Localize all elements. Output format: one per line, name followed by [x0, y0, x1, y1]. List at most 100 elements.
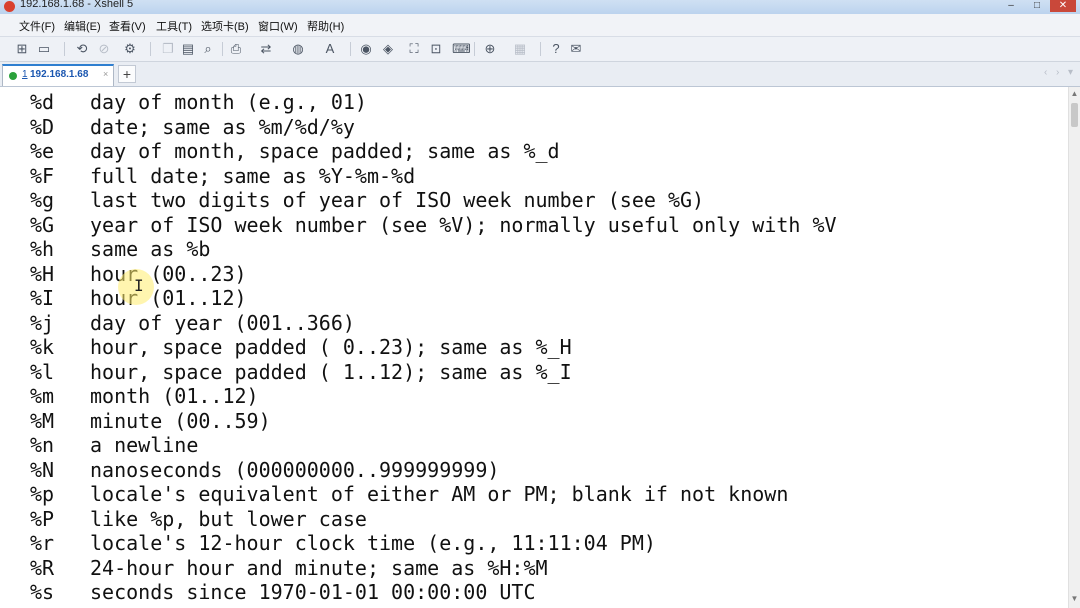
format-code: %n [30, 433, 55, 457]
tab-scroll-right-icon[interactable]: › [1056, 67, 1059, 78]
menu-file[interactable]: 文件(F) [19, 18, 55, 34]
format-description: last two digits of year of ISO week numb… [90, 188, 705, 212]
open-folder-icon[interactable]: ▭ [36, 41, 52, 57]
layout-icon[interactable]: ▦ [512, 41, 528, 57]
new-tab-button[interactable]: + [118, 65, 136, 83]
toolbar: ⊞ ▭ ⟲ ⊘ ⚙ ❐ ▤ ⌕ ⎙ ⇄ ◍ A ◉ ◈ ⛶ ⊡ ⌨ ⊕ ▦ ? … [0, 37, 1080, 62]
new-session-icon[interactable]: ⊞ [14, 41, 30, 57]
format-code: %k [30, 335, 55, 359]
close-window-button[interactable]: ✕ [1050, 0, 1076, 12]
format-code: %R [30, 556, 55, 580]
format-description: like %p, but lower case [90, 507, 367, 531]
window-title: 192.168.1.68 - Xshell 5 [20, 0, 134, 10]
format-code: %l [30, 360, 55, 384]
format-description: locale's 12-hour clock time (e.g., 11:11… [90, 531, 656, 555]
menu-bar: 文件(F) 编辑(E) 查看(V) 工具(T) 选项卡(B) 窗口(W) 帮助(… [0, 14, 1080, 37]
chat-icon[interactable]: ✉ [568, 41, 584, 57]
format-code: %m [30, 384, 55, 408]
scroll-up-icon[interactable]: ▲ [1069, 87, 1080, 101]
maximize-button[interactable]: □ [1024, 0, 1050, 12]
format-code: %N [30, 458, 55, 482]
text-cursor-icon: I [134, 276, 144, 295]
paste-icon[interactable]: ▤ [180, 41, 196, 57]
format-description: minute (00..59) [90, 409, 271, 433]
format-code: %h [30, 237, 55, 261]
tab-label: 192.168.1.68 [30, 69, 89, 80]
properties-icon[interactable]: ⚙ [122, 41, 138, 57]
toolbar-separator [64, 42, 65, 56]
menu-tabs[interactable]: 选项卡(B) [201, 18, 249, 34]
tab-index: 1 [22, 69, 28, 80]
menu-tools[interactable]: 工具(T) [156, 18, 192, 34]
transfer-icon[interactable]: ⇄ [258, 41, 274, 57]
format-description: day of month, space padded; same as %_d [90, 139, 560, 163]
format-code: %P [30, 507, 55, 531]
help-icon[interactable]: ? [548, 41, 564, 57]
session-tab[interactable]: 1 192.168.1.68 × [2, 64, 114, 86]
format-description: locale's equivalent of either AM or PM; … [90, 482, 789, 506]
xftp-icon[interactable]: ◉ [358, 41, 374, 57]
xmanager-icon[interactable]: ◈ [380, 41, 396, 57]
scrollbar-thumb[interactable] [1071, 103, 1078, 127]
connection-status-icon [9, 72, 17, 80]
menu-view[interactable]: 查看(V) [109, 18, 146, 34]
toolbar-separator [222, 42, 223, 56]
format-code: %g [30, 188, 55, 212]
format-code: %e [30, 139, 55, 163]
menu-edit[interactable]: 编辑(E) [64, 18, 101, 34]
format-description: same as %b [90, 237, 211, 261]
vertical-scrollbar[interactable]: ▲ ▼ [1068, 87, 1080, 608]
tab-list-icon[interactable]: ▾ [1068, 67, 1073, 78]
tab-close-icon[interactable]: × [103, 69, 108, 79]
format-description: nanoseconds (000000000..999999999) [90, 458, 500, 482]
format-code: %F [30, 164, 55, 188]
menu-window[interactable]: 窗口(W) [258, 18, 298, 34]
menu-help[interactable]: 帮助(H) [307, 18, 344, 34]
format-code: %I [30, 286, 55, 310]
format-code: %H [30, 262, 55, 286]
maximize-icon: □ [1033, 0, 1041, 11]
toolbar-separator [540, 42, 541, 56]
format-description: date; same as %m/%d/%y [90, 115, 355, 139]
toolbar-separator [150, 42, 151, 56]
format-description: hour (00..23) [90, 262, 247, 286]
format-code: %d [30, 90, 55, 114]
format-description: full date; same as %Y-%m-%d [90, 164, 416, 188]
keyboard-icon[interactable]: ⌨ [452, 41, 471, 57]
find-icon[interactable]: ⌕ [200, 41, 216, 57]
xshell-app-icon [4, 1, 15, 12]
copy-icon[interactable]: ❐ [160, 41, 176, 57]
session-tab-bar: 1 192.168.1.68 × + ‹ › ▾ [0, 62, 1080, 87]
print-icon[interactable]: ⎙ [228, 41, 244, 57]
format-description: a newline [90, 433, 199, 457]
title-bar: 192.168.1.68 - Xshell 5 – □ ✕ [0, 0, 1080, 14]
format-code: %j [30, 311, 55, 335]
format-description: year of ISO week number (see %V); normal… [90, 213, 837, 237]
format-description: 24-hour hour and minute; same as %H:%M [90, 556, 548, 580]
format-code: %p [30, 482, 55, 506]
reconnect-icon[interactable]: ⟲ [74, 41, 90, 57]
disconnect-icon[interactable]: ⊘ [96, 41, 112, 57]
toolbar-separator [474, 42, 475, 56]
format-description: hour (01..12) [90, 286, 247, 310]
minimize-button[interactable]: – [998, 0, 1024, 12]
format-description: day of year (001..366) [90, 311, 355, 335]
format-code: %s [30, 580, 55, 604]
font-icon[interactable]: A [322, 41, 338, 57]
format-description: hour, space padded ( 1..12); same as %_I [90, 360, 572, 384]
format-code: %M [30, 409, 55, 433]
format-code: %G [30, 213, 55, 237]
toolbar-separator [350, 42, 351, 56]
fullscreen-icon[interactable]: ⛶ [406, 41, 422, 57]
close-icon: ✕ [1058, 0, 1068, 11]
scroll-down-icon[interactable]: ▼ [1069, 592, 1080, 606]
format-code: %r [30, 531, 55, 555]
globe-icon[interactable]: ◍ [290, 41, 306, 57]
add-compose-icon[interactable]: ⊕ [482, 41, 498, 57]
format-description: hour, space padded ( 0..23); same as %_H [90, 335, 572, 359]
lock-icon[interactable]: ⊡ [428, 41, 444, 57]
format-description: month (01..12) [90, 384, 259, 408]
tab-scroll-left-icon[interactable]: ‹ [1044, 67, 1047, 78]
terminal-output[interactable]: %d day of month (e.g., 01) %D date; same a… [0, 87, 1068, 608]
format-description: seconds since 1970-01-01 00:00:00 UTC [90, 580, 536, 604]
